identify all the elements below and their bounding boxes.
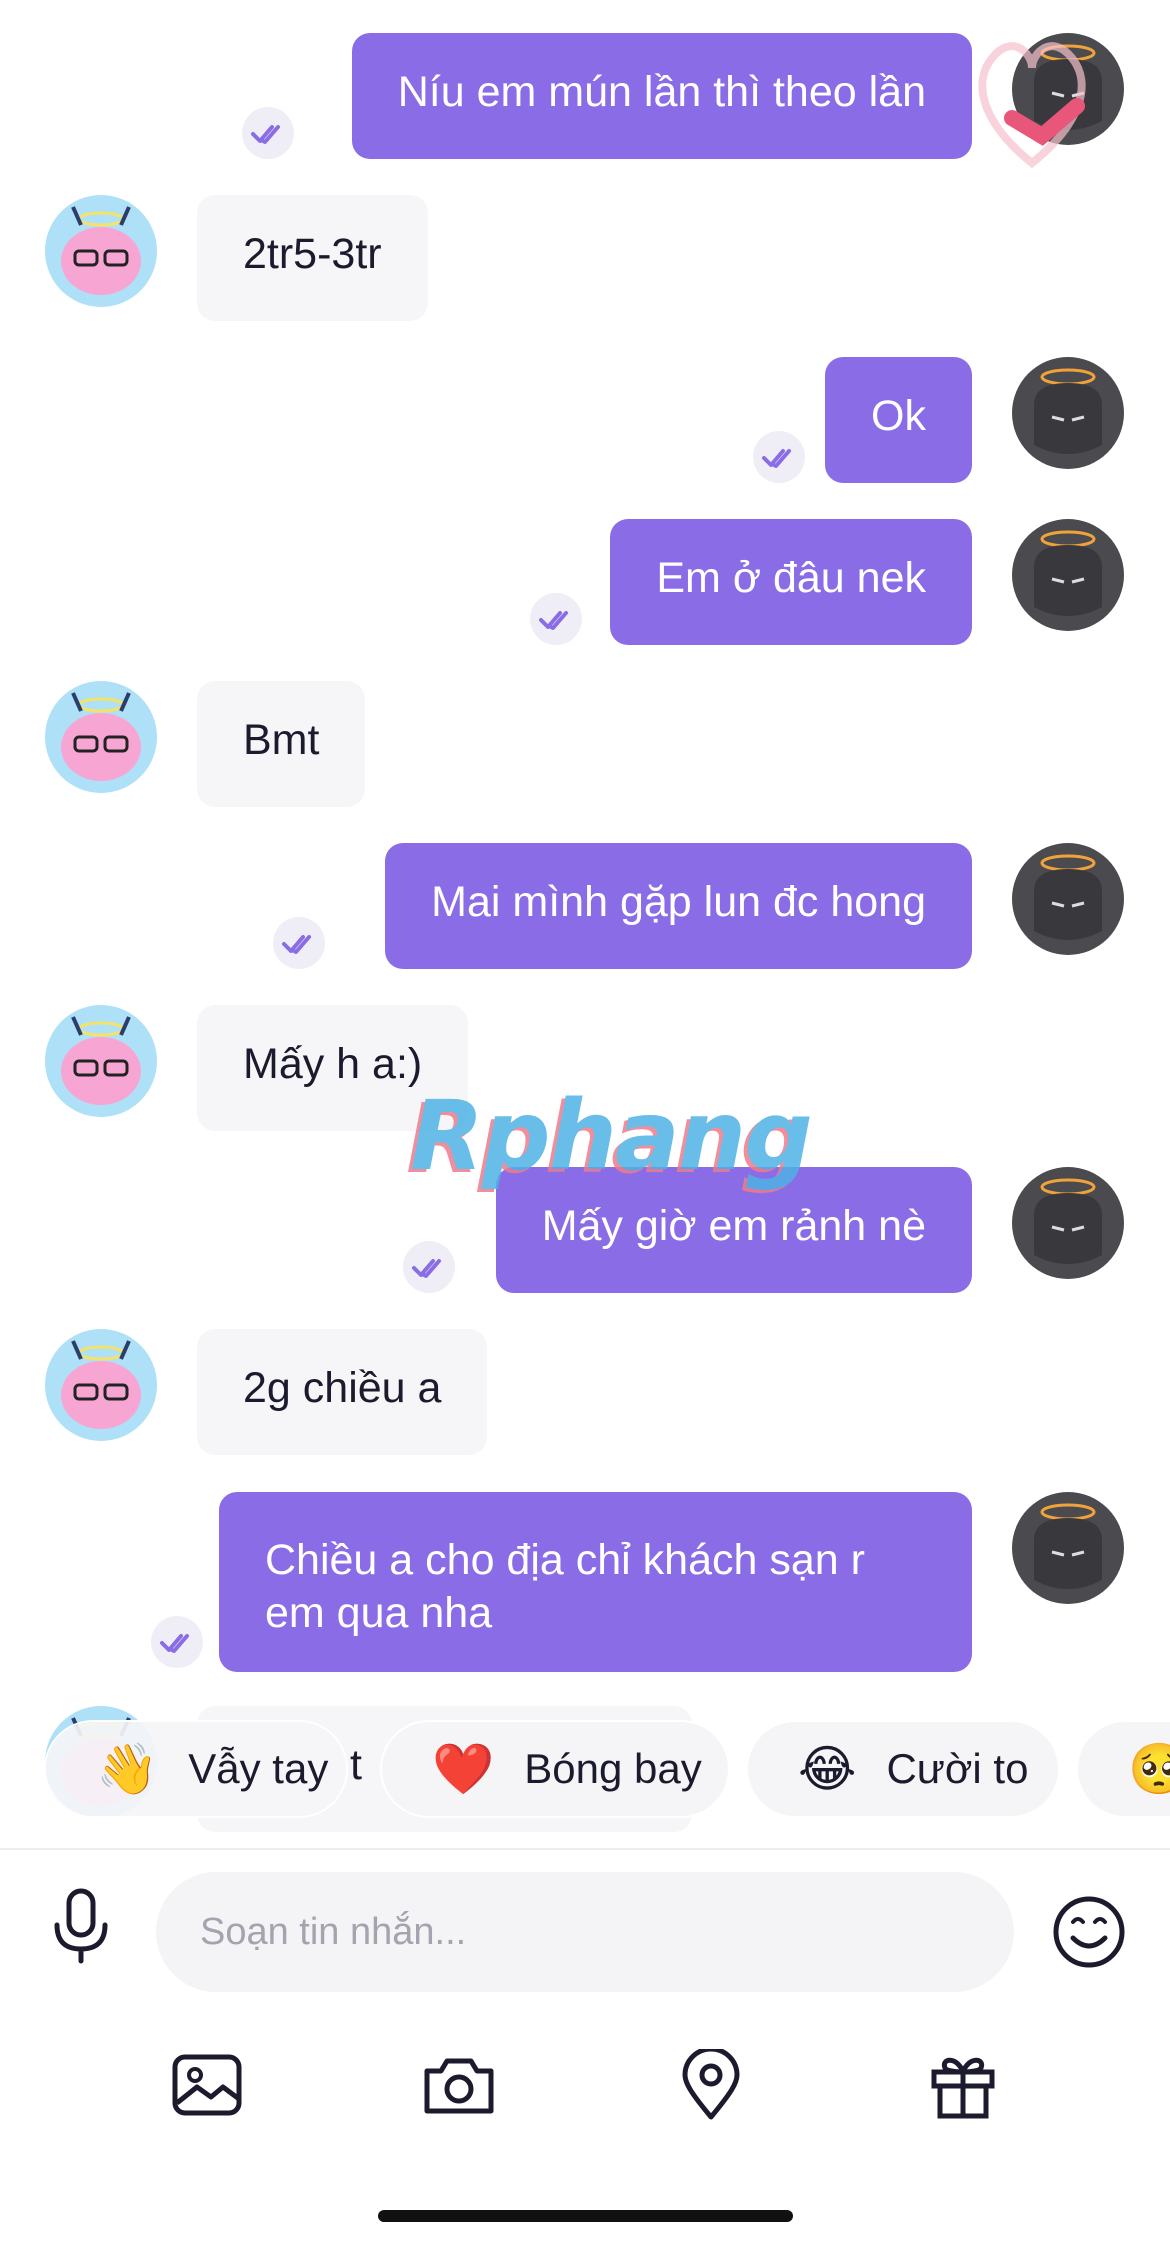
my-avatar[interactable] [1012, 357, 1124, 469]
my-avatar[interactable] [1012, 1492, 1124, 1604]
reaction-label: Cười to [886, 1745, 1029, 1792]
quick-reactions-bar: 👋 Vẫy tay ❤️ Bóng bay 😂 Cười to 🥺 [0, 1722, 1170, 1820]
waving-hand-icon: 👋 [96, 1739, 159, 1798]
sent-message-bubble[interactable]: Chiều a cho địa chỉ khách sạn r em qua n… [219, 1492, 972, 1672]
my-avatar[interactable] [1012, 843, 1124, 955]
double-check-icon [242, 107, 294, 159]
message-row: Níu em mún lần thì theo lần [0, 33, 1170, 169]
contact-avatar[interactable] [45, 681, 157, 793]
message-row: Ok [0, 357, 1170, 487]
microphone-icon[interactable] [36, 1882, 126, 1972]
double-check-icon [753, 431, 805, 483]
pleading-face-icon: 🥺 [1128, 1739, 1170, 1798]
heart-reaction-icon [972, 23, 1092, 173]
double-check-icon [530, 593, 582, 645]
message-composer [0, 1850, 1170, 2040]
message-row: Bmt [0, 681, 1170, 811]
double-check-icon [151, 1616, 203, 1668]
contact-avatar[interactable] [45, 1329, 157, 1441]
location-pin-icon[interactable] [666, 2040, 756, 2130]
sent-message-bubble[interactable]: Níu em mún lần thì theo lần [351, 33, 972, 159]
message-row: Mai mình gặp lun đc hong [0, 843, 1170, 973]
sent-message-bubble[interactable]: Em ở đâu nek [610, 519, 972, 645]
message-row: 2g chiều a [0, 1329, 1170, 1459]
message-row: 2tr5-3tr [0, 195, 1170, 325]
message-input[interactable] [156, 1872, 1014, 1992]
double-check-icon [403, 1241, 455, 1293]
watermark: Rphang [410, 1080, 813, 1192]
reaction-label: Bóng bay [524, 1745, 702, 1792]
attachment-toolbar [0, 2040, 1170, 2170]
reaction-chip-laugh[interactable]: 😂 Cười to [748, 1722, 1058, 1816]
received-message-bubble[interactable]: 2tr5-3tr [197, 195, 428, 321]
image-icon[interactable] [162, 2040, 252, 2130]
gift-icon[interactable] [918, 2040, 1008, 2130]
message-row: Em ở đâu nek [0, 519, 1170, 649]
message-text-line: em qua nha [265, 1589, 493, 1637]
chat-thread[interactable]: Níu em mún lần thì theo lần 2tr5-3tr Ok … [0, 0, 1170, 1850]
received-message-bubble[interactable]: 2g chiều a [197, 1329, 488, 1455]
home-indicator [378, 2210, 793, 2222]
camera-icon[interactable] [414, 2040, 504, 2130]
my-avatar[interactable] [1012, 1167, 1124, 1279]
emoji-icon[interactable] [1044, 1887, 1134, 1977]
heart-icon: ❤️ [432, 1739, 495, 1798]
contact-avatar[interactable] [45, 195, 157, 307]
reaction-chip-balloon[interactable]: ❤️ Bóng bay [382, 1722, 728, 1816]
sent-message-bubble[interactable]: Mai mình gặp lun đc hong [385, 843, 972, 969]
received-message-bubble[interactable]: Bmt [197, 681, 366, 807]
double-check-icon [273, 917, 325, 969]
reaction-chip-wave[interactable]: 👋 Vẫy tay [46, 1722, 346, 1816]
message-row: Chiều a cho địa chỉ khách sạn r em qua n… [0, 1492, 1170, 1674]
reaction-chip-pleading[interactable]: 🥺 [1078, 1722, 1170, 1816]
laughing-face-icon: 😂 [798, 1740, 857, 1798]
contact-avatar[interactable] [45, 1005, 157, 1117]
message-text-line: Chiều a cho địa chỉ khách sạn r [265, 1536, 865, 1584]
sent-message-bubble[interactable]: Ok [825, 357, 972, 483]
reaction-label: Vẫy tay [188, 1745, 329, 1792]
my-avatar[interactable] [1012, 519, 1124, 631]
